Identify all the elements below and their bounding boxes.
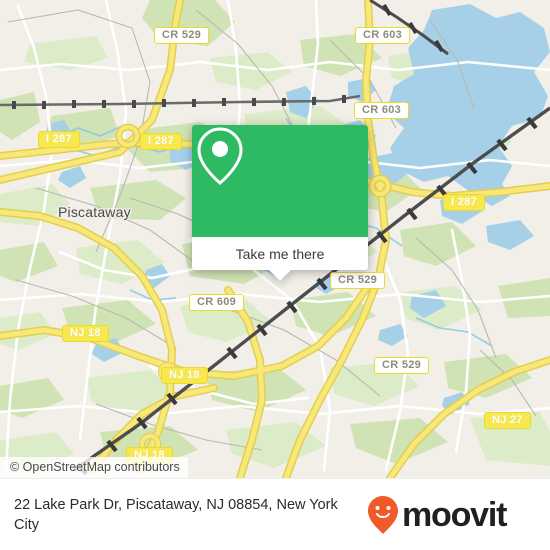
map-canvas[interactable]: Piscataway CR 529 CR 603 CR 603 I 287 I …	[0, 0, 550, 478]
road-shield-nj18-west[interactable]: NJ 18	[62, 325, 109, 342]
address-text: 22 Lake Park Dr, Piscataway, NJ 08854, N…	[14, 496, 338, 533]
map-pin-icon	[197, 127, 243, 185]
moovit-brand[interactable]: moovit	[366, 495, 507, 535]
moovit-smiley-pin-icon	[368, 495, 398, 534]
popup-pointer	[269, 270, 291, 281]
road-shield-nj18-center[interactable]: NJ 18	[161, 367, 208, 384]
popup-image-panel	[192, 125, 368, 237]
footer-bar: 22 Lake Park Dr, Piscataway, NJ 08854, N…	[0, 478, 550, 550]
road-shield-i287-center[interactable]: I 287	[140, 133, 182, 150]
location-popup[interactable]: Take me there	[192, 125, 368, 281]
road-shield-cr603-north[interactable]: CR 603	[355, 27, 411, 44]
road-shield-nj27[interactable]: NJ 27	[484, 412, 531, 429]
map-page: Piscataway CR 529 CR 603 CR 603 I 287 I …	[0, 0, 550, 550]
road-shield-i287-west[interactable]: I 287	[38, 131, 80, 148]
place-label-piscataway: Piscataway	[58, 204, 131, 220]
road-shield-cr603-mid[interactable]: CR 603	[354, 102, 410, 119]
osm-attribution[interactable]: © OpenStreetMap contributors	[0, 457, 188, 478]
road-shield-cr529-north[interactable]: CR 529	[154, 27, 210, 44]
road-shield-i287-east[interactable]: I 287	[443, 194, 485, 211]
take-me-there-button[interactable]: Take me there	[192, 237, 368, 270]
road-shield-cr529-center[interactable]: CR 529	[330, 272, 386, 289]
road-shield-cr529-south[interactable]: CR 529	[374, 357, 430, 374]
moovit-wordmark: moovit	[402, 495, 507, 534]
road-shield-cr609[interactable]: CR 609	[189, 294, 245, 311]
